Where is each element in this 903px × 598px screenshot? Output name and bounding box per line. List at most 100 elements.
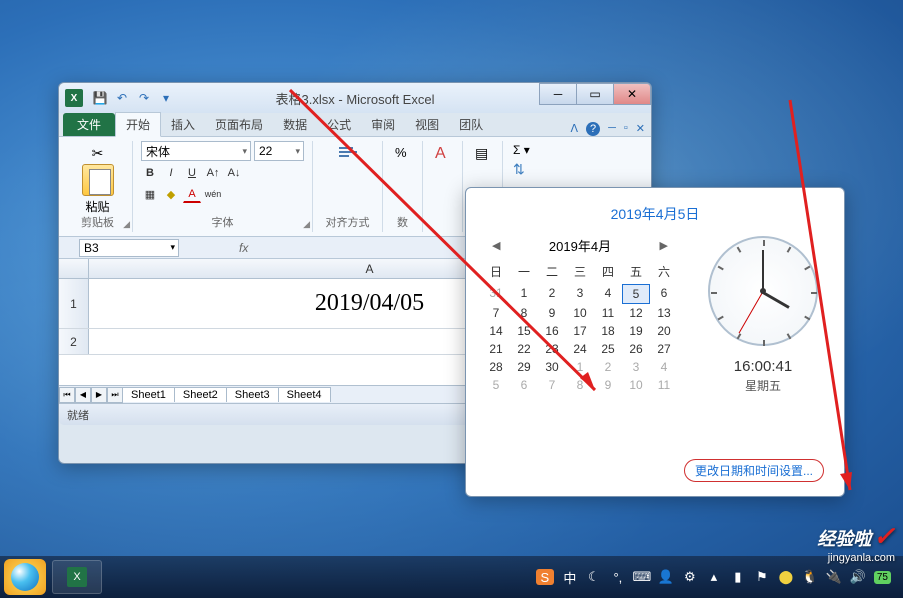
- calendar-day[interactable]: 30: [538, 358, 566, 376]
- sheet-tab-3[interactable]: Sheet3: [226, 387, 279, 402]
- qat-dropdown-icon[interactable]: ▾: [157, 89, 175, 107]
- tray-keyboard-icon[interactable]: ⌨: [634, 569, 650, 585]
- tray-ime-icon[interactable]: 中: [562, 569, 578, 585]
- fx-icon[interactable]: fx: [239, 241, 248, 255]
- calendar-day[interactable]: 3: [566, 284, 594, 304]
- calendar-day[interactable]: 24: [566, 340, 594, 358]
- calendar-day[interactable]: 10: [566, 304, 594, 322]
- next-month-icon[interactable]: ▶: [660, 239, 668, 252]
- file-tab[interactable]: 文件: [63, 113, 115, 136]
- help-icon[interactable]: ?: [586, 122, 600, 136]
- sheet-nav-last-icon[interactable]: ⏭: [107, 387, 123, 403]
- sheet-nav-prev-icon[interactable]: ◀: [75, 387, 91, 403]
- tray-expand-icon[interactable]: ▴: [706, 569, 722, 585]
- calendar-day[interactable]: 7: [482, 304, 510, 322]
- tray-sogou-icon[interactable]: S: [536, 569, 554, 585]
- tab-team[interactable]: 团队: [449, 113, 493, 136]
- calendar-day[interactable]: 14: [482, 322, 510, 340]
- tab-review[interactable]: 审阅: [361, 113, 405, 136]
- calendar-day[interactable]: 13: [650, 304, 678, 322]
- calendar-day[interactable]: 1: [566, 358, 594, 376]
- calendar-day[interactable]: 26: [622, 340, 650, 358]
- paste-button[interactable]: ✂ 粘贴: [71, 141, 124, 219]
- name-box[interactable]: B3: [79, 239, 179, 257]
- styles-icon[interactable]: A: [431, 141, 454, 167]
- tray-shield-icon[interactable]: ⬤: [778, 569, 794, 585]
- doc-minimize-icon[interactable]: ─: [608, 122, 616, 136]
- calendar-day[interactable]: 15: [510, 322, 538, 340]
- doc-close-icon[interactable]: ✕: [636, 122, 645, 136]
- calendar-day[interactable]: 9: [538, 304, 566, 322]
- tray-qq-icon[interactable]: 🐧: [802, 569, 818, 585]
- tray-volume-icon[interactable]: 🔊: [850, 569, 866, 585]
- calendar-day[interactable]: 2: [594, 358, 622, 376]
- calendar-day[interactable]: 17: [566, 322, 594, 340]
- italic-button[interactable]: I: [162, 164, 180, 182]
- calendar-day[interactable]: 31: [482, 284, 510, 304]
- tray-gear-icon[interactable]: ⚙: [682, 569, 698, 585]
- number-format-button[interactable]: %: [391, 141, 414, 164]
- calendar-day[interactable]: 27: [650, 340, 678, 358]
- calendar-day[interactable]: 8: [566, 376, 594, 394]
- calendar-day[interactable]: 11: [594, 304, 622, 322]
- group-launcher-icon[interactable]: ◢: [123, 219, 130, 230]
- tray-moon-icon[interactable]: ☾: [586, 569, 602, 585]
- calendar-day[interactable]: 9: [594, 376, 622, 394]
- tray-punct-icon[interactable]: °,: [610, 569, 626, 585]
- underline-button[interactable]: U: [183, 164, 201, 182]
- calendar-day[interactable]: 19: [622, 322, 650, 340]
- font-size-combo[interactable]: 22: [254, 141, 304, 161]
- sheet-nav-first-icon[interactable]: ⏮: [59, 387, 75, 403]
- calendar-day[interactable]: 3: [622, 358, 650, 376]
- calendar-day[interactable]: 12: [622, 304, 650, 322]
- calendar-day[interactable]: 20: [650, 322, 678, 340]
- tray-power-icon[interactable]: 🔌: [826, 569, 842, 585]
- cells-icon[interactable]: ▤: [471, 141, 494, 166]
- save-icon[interactable]: 💾: [91, 89, 109, 107]
- align-icon[interactable]: [333, 141, 363, 171]
- calendar-day[interactable]: 25: [594, 340, 622, 358]
- close-button[interactable]: ✕: [613, 83, 651, 105]
- select-all-corner[interactable]: [59, 259, 89, 278]
- minimize-button[interactable]: ─: [539, 83, 577, 105]
- tab-home[interactable]: 开始: [115, 112, 161, 137]
- calendar-day[interactable]: 6: [650, 284, 678, 304]
- maximize-button[interactable]: ▭: [576, 83, 614, 105]
- row-header-1[interactable]: 1: [59, 279, 89, 328]
- calendar-day[interactable]: 4: [594, 284, 622, 304]
- sheet-nav-next-icon[interactable]: ▶: [91, 387, 107, 403]
- ribbon-minimize-icon[interactable]: ᐱ: [571, 122, 579, 136]
- group-launcher-icon[interactable]: ◢: [303, 219, 310, 230]
- calendar-day[interactable]: 29: [510, 358, 538, 376]
- calendar-day[interactable]: 5: [482, 376, 510, 394]
- tab-formula[interactable]: 公式: [317, 113, 361, 136]
- calendar-day[interactable]: 7: [538, 376, 566, 394]
- sort-filter-icon[interactable]: ⇅: [511, 159, 545, 180]
- tray-person-icon[interactable]: 👤: [658, 569, 674, 585]
- tab-insert[interactable]: 插入: [161, 113, 205, 136]
- autosum-icon[interactable]: Σ ▾: [511, 141, 545, 159]
- change-date-time-link[interactable]: 更改日期和时间设置...: [684, 459, 824, 482]
- calendar-day[interactable]: 11: [650, 376, 678, 394]
- undo-icon[interactable]: ↶: [113, 89, 131, 107]
- calendar-day[interactable]: 23: [538, 340, 566, 358]
- shrink-font-icon[interactable]: A↓: [225, 164, 243, 182]
- tray-network-icon[interactable]: ▮: [730, 569, 746, 585]
- calendar-day[interactable]: 6: [510, 376, 538, 394]
- start-button[interactable]: [4, 559, 46, 595]
- border-button[interactable]: ▦: [141, 185, 159, 203]
- sheet-tab-1[interactable]: Sheet1: [122, 387, 175, 402]
- tab-data[interactable]: 数据: [273, 113, 317, 136]
- calendar-day[interactable]: 2: [538, 284, 566, 304]
- tab-layout[interactable]: 页面布局: [205, 113, 273, 136]
- sheet-tab-2[interactable]: Sheet2: [174, 387, 227, 402]
- tray-flag-icon[interactable]: ⚑: [754, 569, 770, 585]
- phonetic-button[interactable]: wén: [204, 185, 222, 203]
- tray-battery-icon[interactable]: 75: [874, 571, 891, 584]
- row-header-2[interactable]: 2: [59, 329, 89, 354]
- calendar-day[interactable]: 22: [510, 340, 538, 358]
- taskbar-excel-button[interactable]: X: [52, 560, 102, 594]
- sheet-tab-4[interactable]: Sheet4: [278, 387, 331, 402]
- bold-button[interactable]: B: [141, 164, 159, 182]
- prev-month-icon[interactable]: ◀: [492, 239, 500, 252]
